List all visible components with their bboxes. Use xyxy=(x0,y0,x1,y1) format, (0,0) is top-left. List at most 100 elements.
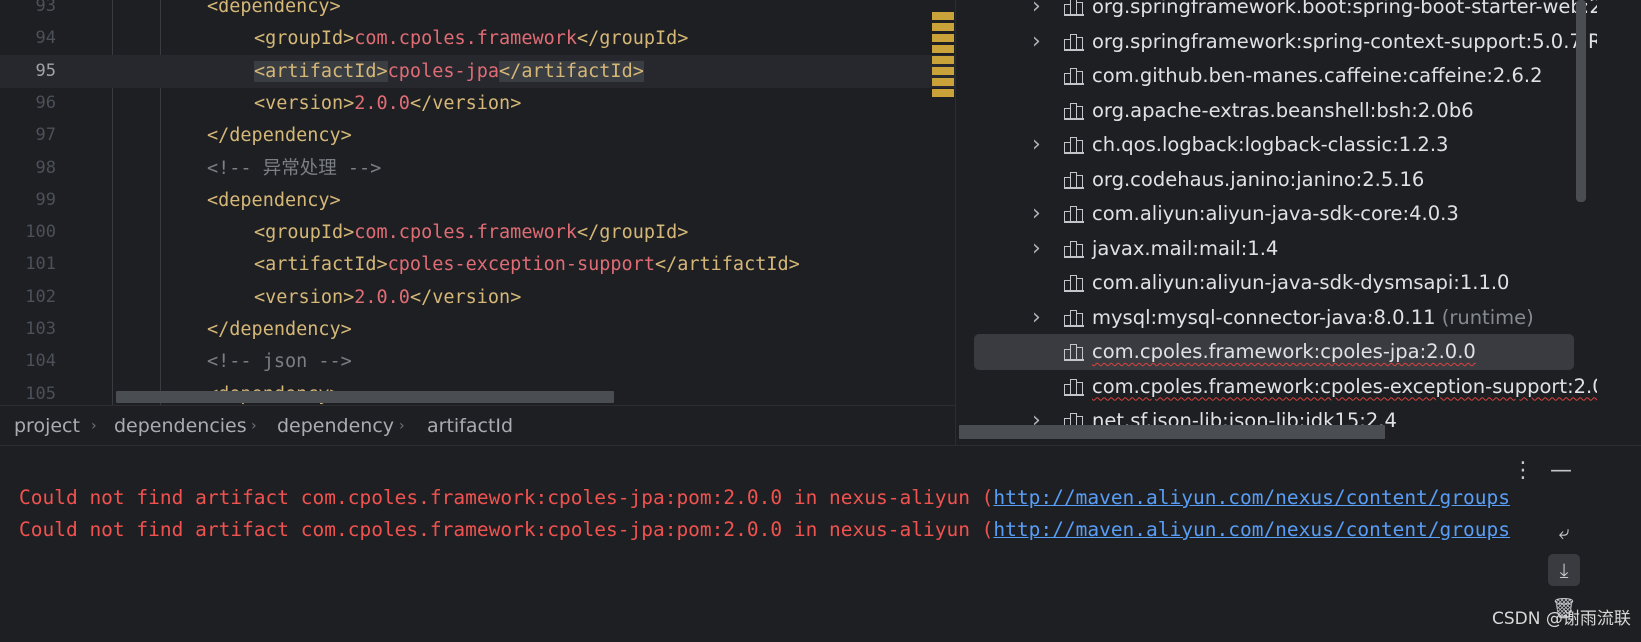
scroll-to-end-icon[interactable]: ⤓ xyxy=(1548,554,1580,586)
code-text: <!-- json --> xyxy=(207,345,352,378)
minimize-icon[interactable]: — xyxy=(1546,456,1576,486)
code-editor[interactable]: 93 <dependency> 94 <groupId>com.cpoles.fram… xyxy=(0,0,955,405)
dependency-label: mysql:mysql-connector-java:8.0.11 (runti… xyxy=(1092,305,1534,329)
scope-label: (runtime) xyxy=(1435,305,1534,329)
code-line[interactable]: 96 <version>2.0.0</version> xyxy=(0,87,955,120)
error-mark[interactable] xyxy=(932,67,954,75)
xml-value: 2.0.0 xyxy=(354,286,410,308)
error-mark[interactable] xyxy=(932,12,954,20)
soft-wrap-icon[interactable]: ⤶ xyxy=(1548,516,1580,548)
dependency-label: com.aliyun:aliyun-java-sdk-dysmsapi:1.1.… xyxy=(1092,271,1510,294)
xml-tag: </groupId> xyxy=(577,222,689,244)
line-number: 105 xyxy=(25,383,56,404)
console-error-line: Could not find artifact com.cpoles.frame… xyxy=(19,482,1510,514)
repository-link[interactable]: http://maven.aliyun.com/nexus/content/gr… xyxy=(993,518,1510,541)
error-mark[interactable] xyxy=(932,34,954,42)
xml-tag: <artifactId> xyxy=(254,60,388,82)
tree-vertical-scrollbar[interactable] xyxy=(1576,0,1586,202)
code-text: <groupId>com.cpoles.framework</groupId> xyxy=(254,22,688,55)
line-number: 100 xyxy=(25,222,56,243)
xml-tag: <dependency> xyxy=(207,189,341,211)
code-line[interactable]: 94 <groupId>com.cpoles.framework</groupId… xyxy=(0,22,955,55)
code-line[interactable]: 93 <dependency> xyxy=(0,0,955,23)
error-mark[interactable] xyxy=(932,23,954,31)
library-icon xyxy=(1064,171,1084,189)
xml-tag: </dependency> xyxy=(207,125,352,147)
line-number: 101 xyxy=(25,254,56,275)
xml-tag: <artifactId> xyxy=(254,254,388,276)
tree-node[interactable]: › javax.mail:mail:1.4 xyxy=(956,231,1597,267)
tree-node[interactable]: › com.aliyun:aliyun-java-sdk-core:4.0.3 xyxy=(956,196,1597,232)
library-icon xyxy=(1064,0,1084,16)
chevron-right-icon[interactable]: › xyxy=(1032,231,1041,267)
maven-dependency-tree[interactable]: › org.springframework.boot:spring-boot-st… xyxy=(955,0,1597,445)
breadcrumb: project › dependencies › dependency › ar… xyxy=(0,405,955,446)
library-icon xyxy=(1064,33,1084,51)
library-icon xyxy=(1064,67,1084,85)
chevron-right-icon[interactable]: › xyxy=(1032,24,1041,60)
line-number: 94 xyxy=(35,28,56,49)
breadcrumb-item-project[interactable]: project xyxy=(14,406,80,446)
breadcrumb-item-artifactid[interactable]: artifactId xyxy=(427,406,513,446)
chevron-right-icon[interactable]: › xyxy=(1032,127,1041,163)
dependency-label: org.apache-extras.beanshell:bsh:2.0b6 xyxy=(1092,98,1474,122)
code-line[interactable]: 99 <dependency> xyxy=(0,184,955,217)
line-number: 95 xyxy=(35,60,56,81)
code-text: <groupId>com.cpoles.framework</groupId> xyxy=(254,216,688,249)
tree-node[interactable]: org.apache-extras.beanshell:bsh:2.0b6 xyxy=(956,93,1597,129)
code-line[interactable]: 100 <groupId>com.cpoles.framework</groupI… xyxy=(0,216,955,249)
line-number: 98 xyxy=(35,157,56,178)
tree-node[interactable]: › org.springframework:spring-context-supp… xyxy=(956,24,1597,60)
error-mark[interactable] xyxy=(932,89,954,97)
tree-horizontal-scrollbar[interactable] xyxy=(959,425,1385,439)
library-icon xyxy=(1064,102,1084,120)
tree-node[interactable]: › mysql:mysql-connector-java:8.0.11 (runt… xyxy=(956,300,1597,336)
line-number: 93 xyxy=(35,0,56,16)
breadcrumb-item-dependencies[interactable]: dependencies xyxy=(114,406,247,446)
build-console: ⋮ — Could not find artifact com.cpoles.f… xyxy=(0,445,1641,642)
xml-comment: <!-- 异常处理 --> xyxy=(207,157,382,179)
tree-node[interactable]: com.cpoles.framework:cpoles-exception-su… xyxy=(956,369,1597,405)
line-number: 96 xyxy=(35,92,56,113)
tree-node[interactable]: com.aliyun:aliyun-java-sdk-dysmsapi:1.1.… xyxy=(956,265,1597,301)
chevron-right-icon: › xyxy=(91,418,97,434)
tree-node[interactable]: com.cpoles.framework:cpoles-jpa:2.0.0 xyxy=(956,334,1597,370)
error-mark[interactable] xyxy=(932,56,954,64)
chevron-right-icon: › xyxy=(399,418,405,434)
tree-node[interactable]: com.github.ben-manes.caffeine:caffeine:2… xyxy=(956,58,1597,94)
code-line[interactable]: 95 <artifactId>cpoles-jpa</artifactId> xyxy=(0,54,955,88)
dependency-label: org.springframework:spring-context-suppo… xyxy=(1092,29,1597,53)
tree-node[interactable]: › ch.qos.logback:logback-classic:1.2.3 xyxy=(956,127,1597,163)
dependency-label: org.springframework.boot:spring-boot-sta… xyxy=(1092,0,1597,18)
code-text: </dependency> xyxy=(207,119,352,152)
dependency-label: ch.qos.logback:logback-classic:1.2.3 xyxy=(1092,133,1449,156)
code-line[interactable]: 102 <version>2.0.0</version> xyxy=(0,281,955,314)
error-mark[interactable] xyxy=(932,45,954,53)
error-stripe-marks[interactable] xyxy=(932,12,954,100)
chevron-right-icon[interactable]: › xyxy=(1032,300,1041,336)
xml-tag: <dependency> xyxy=(207,0,341,17)
dependency-label: com.aliyun:aliyun-java-sdk-core:4.0.3 xyxy=(1092,202,1459,225)
chevron-right-icon[interactable]: › xyxy=(1032,196,1041,232)
tree-node[interactable]: › org.springframework.boot:spring-boot-st… xyxy=(956,0,1597,25)
library-icon xyxy=(1064,378,1084,396)
xml-tag: <groupId> xyxy=(254,222,355,244)
xml-tag: </artifactId> xyxy=(654,254,800,276)
repository-link[interactable]: http://maven.aliyun.com/nexus/content/gr… xyxy=(993,486,1510,509)
code-line[interactable]: 103 </dependency> xyxy=(0,313,955,346)
xml-tag: </dependency> xyxy=(207,319,352,340)
code-line[interactable]: 101 <artifactId>cpoles-exception-support<… xyxy=(0,248,955,281)
tree-node[interactable]: org.codehaus.janino:janino:2.5.16 xyxy=(956,162,1597,198)
breadcrumb-item-dependency[interactable]: dependency xyxy=(277,406,394,446)
error-mark[interactable] xyxy=(932,78,954,86)
code-text: <dependency> xyxy=(207,0,341,23)
code-line[interactable]: 104 <!-- json --> xyxy=(0,345,955,378)
dependency-label: com.cpoles.framework:cpoles-exception-su… xyxy=(1092,374,1597,398)
error-text: Could not find artifact com.cpoles.frame… xyxy=(19,518,994,541)
chevron-right-icon[interactable]: › xyxy=(1032,0,1041,25)
editor-horizontal-scrollbar[interactable] xyxy=(116,391,614,403)
code-line[interactable]: 97 </dependency> xyxy=(0,119,955,152)
code-line[interactable]: 98 <!-- 异常处理 --> xyxy=(0,152,955,185)
line-number: 104 xyxy=(25,351,56,372)
dependency-label: org.codehaus.janino:janino:2.5.16 xyxy=(1092,167,1425,191)
